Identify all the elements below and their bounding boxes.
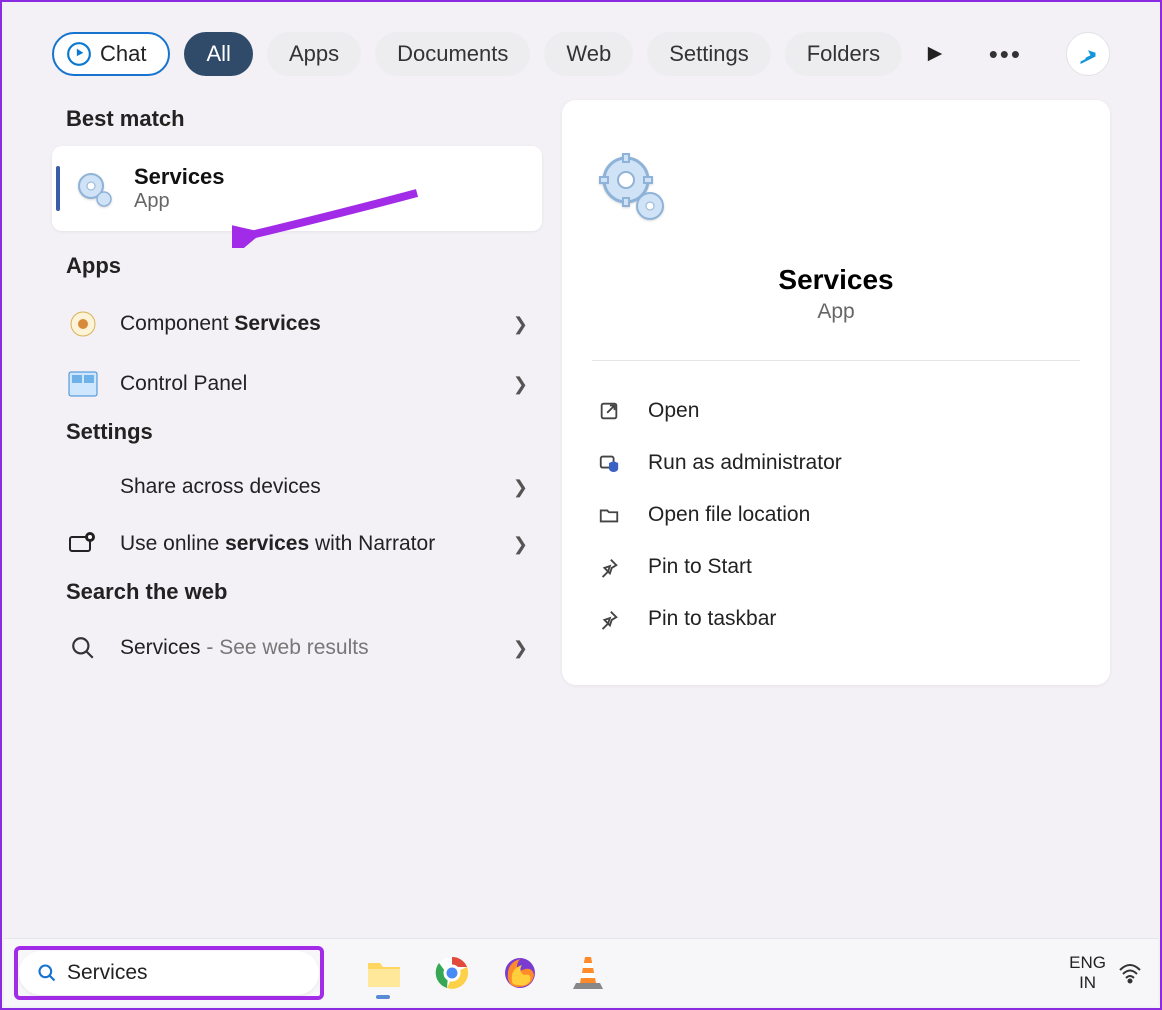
section-settings: Settings xyxy=(66,419,542,445)
tab-chat[interactable]: Chat xyxy=(52,32,170,76)
wifi-icon[interactable] xyxy=(1118,962,1148,984)
preview-subtitle: App xyxy=(592,300,1080,324)
action-pin-to-start[interactable]: Pin to Start xyxy=(592,541,1080,593)
action-label: Open xyxy=(648,399,699,423)
taskbar: ENG IN xyxy=(4,938,1158,1006)
language-indicator[interactable]: ENG IN xyxy=(1069,953,1118,992)
tab-folders[interactable]: Folders xyxy=(785,32,902,76)
open-icon xyxy=(596,400,622,422)
tab-web[interactable]: Web xyxy=(544,32,633,76)
pin-icon xyxy=(596,556,622,578)
chevron-right-icon: ❯ xyxy=(513,374,528,395)
app-result-component-services[interactable]: Component Services ❯ xyxy=(52,293,542,355)
search-input[interactable] xyxy=(67,961,338,985)
action-label: Pin to taskbar xyxy=(648,607,776,631)
result-label: Services - See web results xyxy=(120,636,493,660)
action-run-as-administrator[interactable]: Run as administrator xyxy=(592,437,1080,489)
best-match-title: Services xyxy=(134,164,225,190)
shield-admin-icon xyxy=(596,452,622,474)
action-label: Run as administrator xyxy=(648,451,842,475)
tab-settings[interactable]: Settings xyxy=(647,32,771,76)
pin-icon xyxy=(596,608,622,630)
chevron-right-icon: ❯ xyxy=(513,534,528,555)
section-search-web: Search the web xyxy=(66,579,542,605)
taskbar-firefox-icon[interactable] xyxy=(500,953,540,993)
setting-online-services-narrator[interactable]: Use online services with Narrator ❯ xyxy=(52,515,542,573)
narrator-icon xyxy=(66,531,100,557)
section-best-match: Best match xyxy=(66,106,542,132)
bing-account-icon[interactable] xyxy=(1066,32,1110,76)
divider xyxy=(592,360,1080,361)
services-gear-icon xyxy=(74,169,114,209)
action-label: Open file location xyxy=(648,503,810,527)
preview-panel: Services App Open Run as administrator O… xyxy=(562,100,1110,685)
action-open[interactable]: Open xyxy=(592,385,1080,437)
search-icon xyxy=(66,635,100,661)
preview-title: Services xyxy=(592,264,1080,296)
services-large-gear-icon xyxy=(592,150,1080,230)
tab-documents[interactable]: Documents xyxy=(375,32,530,76)
search-icon xyxy=(37,963,57,983)
bing-chat-icon xyxy=(66,41,92,67)
action-open-file-location[interactable]: Open file location xyxy=(592,489,1080,541)
result-label: Control Panel xyxy=(120,372,493,396)
result-label: Component Services xyxy=(120,312,493,336)
folder-icon xyxy=(596,504,622,526)
result-label: Use online services with Narrator xyxy=(120,532,493,556)
control-panel-icon xyxy=(66,371,100,397)
taskbar-file-explorer-icon[interactable] xyxy=(364,953,404,993)
best-match-result[interactable]: Services App xyxy=(52,146,542,231)
chevron-right-icon: ❯ xyxy=(513,314,528,335)
tab-all[interactable]: All xyxy=(184,32,252,76)
taskbar-vlc-icon[interactable] xyxy=(568,953,608,993)
section-apps: Apps xyxy=(66,253,542,279)
component-services-icon xyxy=(66,309,100,339)
action-pin-to-taskbar[interactable]: Pin to taskbar xyxy=(592,593,1080,645)
action-label: Pin to Start xyxy=(648,555,752,579)
best-match-subtitle: App xyxy=(134,190,225,213)
taskbar-chrome-icon[interactable] xyxy=(432,953,472,993)
chevron-right-icon: ❯ xyxy=(513,477,528,498)
chevron-right-icon: ❯ xyxy=(513,638,528,659)
setting-share-across-devices[interactable]: Share across devices ❯ xyxy=(52,459,542,515)
result-label: Share across devices xyxy=(120,475,493,499)
tab-apps[interactable]: Apps xyxy=(267,32,361,76)
taskbar-search-box[interactable] xyxy=(19,951,319,995)
search-box-annotation-highlight xyxy=(14,946,324,1000)
tab-label: Chat xyxy=(100,41,146,67)
app-result-control-panel[interactable]: Control Panel ❯ xyxy=(52,355,542,413)
more-options-icon[interactable]: ••• xyxy=(979,39,1032,70)
tabs-overflow-arrow-icon[interactable] xyxy=(926,45,944,63)
web-result[interactable]: Services - See web results ❯ xyxy=(52,619,542,677)
